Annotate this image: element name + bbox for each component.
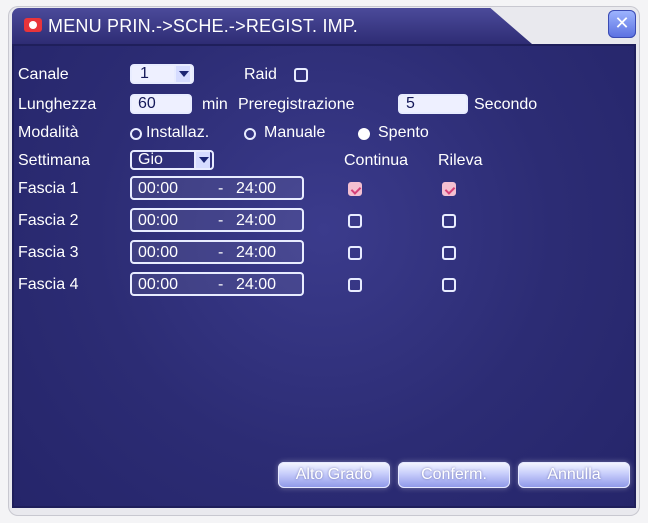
- time-separator: -: [218, 212, 224, 229]
- time-separator: -: [218, 244, 224, 261]
- close-button[interactable]: ✕: [608, 10, 636, 38]
- raid-checkbox[interactable]: [294, 68, 308, 82]
- lunghezza-label: Lunghezza: [18, 96, 97, 113]
- titlebar: MENU PRIN.->SCHE.->REGIST. IMP. ✕: [12, 8, 636, 44]
- fascia-2-end: 24:00: [236, 212, 277, 229]
- close-icon: ✕: [614, 13, 630, 34]
- fascia-3-rileva-checkbox[interactable]: [442, 246, 456, 260]
- min-unit-label: min: [202, 96, 228, 113]
- fascia-1-time-range[interactable]: 00:00 - 24:00: [130, 176, 304, 200]
- fascia-3-start: 00:00: [138, 244, 179, 261]
- fascia-1-rileva-checkbox[interactable]: [442, 182, 456, 196]
- fascia-2-time-range[interactable]: 00:00 - 24:00: [130, 208, 304, 232]
- fascia-2-continua-checkbox[interactable]: [348, 214, 362, 228]
- fascia-3-label: Fascia 3: [18, 244, 79, 261]
- fascia-1-continua-checkbox[interactable]: [348, 182, 362, 196]
- fascia-4-continua-checkbox[interactable]: [348, 278, 362, 292]
- fascia-4-label: Fascia 4: [18, 276, 79, 293]
- radio-spento-label: Spento: [378, 124, 429, 141]
- title-tab: MENU PRIN.->SCHE.->REGIST. IMP.: [12, 8, 532, 44]
- lunghezza-input[interactable]: 60: [130, 94, 192, 114]
- cancel-button[interactable]: Annulla: [518, 462, 630, 488]
- canale-value: 1: [140, 65, 149, 82]
- preregistrazione-value: 5: [406, 95, 415, 112]
- fascia-3-time-range[interactable]: 00:00 - 24:00: [130, 240, 304, 264]
- rileva-header: Rileva: [438, 152, 483, 169]
- fascia-4-time-range[interactable]: 00:00 - 24:00: [130, 272, 304, 296]
- modalita-label: Modalità: [18, 124, 79, 141]
- fascia-2-start: 00:00: [138, 212, 179, 229]
- radio-manuale-label: Manuale: [264, 124, 326, 141]
- raid-label: Raid: [244, 66, 277, 83]
- radio-manuale[interactable]: [244, 128, 256, 140]
- settimana-label: Settimana: [18, 152, 91, 169]
- fascia-4-end: 24:00: [236, 276, 277, 293]
- settings-panel: Canale 1 Raid Lunghezza 60 min Preregist…: [12, 44, 636, 508]
- time-separator: -: [218, 276, 224, 293]
- preregistrazione-input[interactable]: 5: [398, 94, 468, 114]
- record-icon: [24, 18, 42, 32]
- fascia-2-rileva-checkbox[interactable]: [442, 214, 456, 228]
- fascia-4-rileva-checkbox[interactable]: [442, 278, 456, 292]
- lunghezza-value: 60: [138, 95, 156, 112]
- canale-select[interactable]: 1: [130, 64, 194, 84]
- fascia-4-start: 00:00: [138, 276, 179, 293]
- canale-label: Canale: [18, 66, 69, 83]
- secondo-unit-label: Secondo: [474, 96, 538, 113]
- alto-grado-button[interactable]: Alto Grado: [278, 462, 390, 488]
- time-separator: -: [218, 180, 224, 197]
- fascia-2-label: Fascia 2: [18, 212, 79, 229]
- settimana-value: Gio: [138, 151, 163, 168]
- fascia-3-continua-checkbox[interactable]: [348, 246, 362, 260]
- confirm-button[interactable]: Conferm.: [398, 462, 510, 488]
- fascia-1-start: 00:00: [138, 180, 179, 197]
- continua-header: Continua: [344, 152, 409, 169]
- radio-installaz-label: Installaz.: [146, 124, 210, 141]
- fascia-1-label: Fascia 1: [18, 180, 79, 197]
- settimana-select[interactable]: Gio: [130, 150, 214, 170]
- chevron-down-icon: [194, 152, 210, 168]
- fascia-3-end: 24:00: [236, 244, 277, 261]
- chevron-down-icon: [174, 66, 190, 82]
- fascia-1-end: 24:00: [236, 180, 277, 197]
- radio-installaz[interactable]: [130, 128, 142, 140]
- preregistrazione-label: Preregistrazione: [238, 96, 355, 113]
- radio-spento[interactable]: [358, 128, 370, 140]
- window-title: MENU PRIN.->SCHE.->REGIST. IMP.: [48, 16, 358, 36]
